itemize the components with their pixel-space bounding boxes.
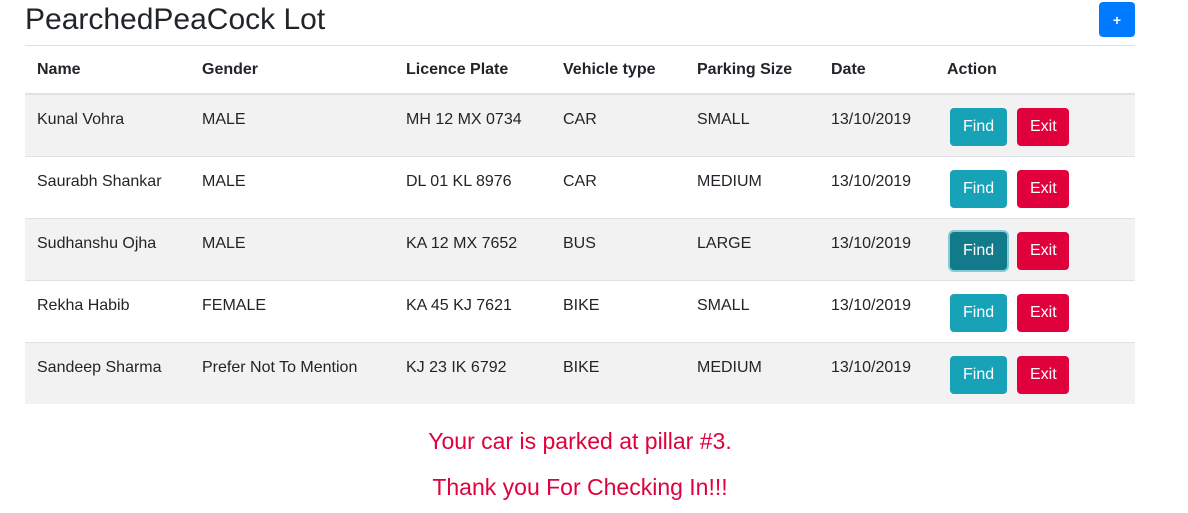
cell-licence-plate: KA 45 KJ 7621: [394, 279, 551, 342]
cell-gender: FEMALE: [190, 279, 394, 342]
check-in-message: Thank you For Checking In!!!: [432, 474, 728, 500]
table-body: Kunal Vohra MALE MH 12 MX 0734 CAR SMALL 13/1…: [25, 93, 1135, 404]
cell-date: 13/10/2019: [819, 341, 935, 404]
table-row: Sandeep Sharma Prefer Not To Mention KJ 23…: [25, 341, 1135, 404]
exit-button[interactable]: Exit: [1017, 355, 1069, 394]
exit-button[interactable]: Exit: [1017, 169, 1069, 208]
cell-licence-plate: KJ 23 IK 6792: [394, 341, 551, 404]
table-row: Sudhanshu Ojha MALE KA 12 MX 7652 BUS LARGE 1…: [25, 217, 1135, 280]
cell-action: Find Exit: [935, 155, 1135, 218]
column-header-action: Action: [935, 46, 1135, 95]
exit-button[interactable]: Exit: [1017, 108, 1069, 146]
cell-name: Kunal Vohra: [25, 93, 190, 156]
column-header-licence-plate: Licence Plate: [394, 46, 551, 95]
find-button[interactable]: Find: [950, 355, 1007, 394]
cell-parking-size: SMALL: [685, 93, 819, 156]
find-button[interactable]: Find: [950, 108, 1007, 146]
cell-name: Sudhanshu Ojha: [25, 217, 190, 280]
cell-licence-plate: DL 01 KL 8976: [394, 155, 551, 218]
page-title: PearchedPeaCock Lot: [25, 3, 326, 36]
column-header-vehicle-type: Vehicle type: [551, 46, 685, 95]
cell-parking-size: MEDIUM: [685, 155, 819, 218]
cell-name: Saurabh Shankar: [25, 155, 190, 218]
find-button[interactable]: Find: [950, 293, 1007, 332]
cell-action: Find Exit: [935, 217, 1135, 280]
cell-parking-size: MEDIUM: [685, 341, 819, 404]
exit-button[interactable]: Exit: [1017, 231, 1069, 270]
table-row: Kunal Vohra MALE MH 12 MX 0734 CAR SMALL 13/1…: [25, 93, 1135, 156]
cell-gender: Prefer Not To Mention: [190, 341, 394, 404]
cell-name: Sandeep Sharma: [25, 341, 190, 404]
parking-table: Name Gender Licence Plate Vehicle type P…: [25, 46, 1135, 404]
cell-date: 13/10/2019: [819, 279, 935, 342]
cell-licence-plate: MH 12 MX 0734: [394, 93, 551, 156]
cell-action: Find Exit: [935, 279, 1135, 342]
cell-date: 13/10/2019: [819, 217, 935, 280]
cell-name: Rekha Habib: [25, 279, 190, 342]
exit-button[interactable]: Exit: [1017, 293, 1069, 332]
table-header-row: Name Gender Licence Plate Vehicle type P…: [25, 46, 1135, 95]
cell-action: Find Exit: [935, 93, 1135, 156]
cell-date: 13/10/2019: [819, 93, 935, 156]
cell-vehicle-type: BIKE: [551, 279, 685, 342]
column-header-gender: Gender: [190, 46, 394, 95]
column-header-name: Name: [25, 46, 190, 95]
cell-vehicle-type: CAR: [551, 155, 685, 218]
column-header-parking-size: Parking Size: [685, 46, 819, 95]
find-button[interactable]: Find: [950, 169, 1007, 208]
cell-parking-size: LARGE: [685, 217, 819, 280]
table-row: Rekha Habib FEMALE KA 45 KJ 7621 BIKE SMALL 1…: [25, 279, 1135, 342]
cell-gender: MALE: [190, 93, 394, 156]
cell-vehicle-type: BIKE: [551, 341, 685, 404]
cell-vehicle-type: BUS: [551, 217, 685, 280]
cell-action: Find Exit: [935, 341, 1135, 404]
column-header-date: Date: [819, 46, 935, 95]
cell-vehicle-type: CAR: [551, 93, 685, 156]
cell-gender: MALE: [190, 155, 394, 218]
parking-location-message: Your car is parked at pillar #3.: [428, 428, 732, 454]
find-button[interactable]: Find: [950, 231, 1007, 270]
cell-date: 13/10/2019: [819, 155, 935, 218]
cell-licence-plate: KA 12 MX 7652: [394, 217, 551, 280]
table-row: Saurabh Shankar MALE DL 01 KL 8976 CAR MEDIU…: [25, 155, 1135, 218]
add-vehicle-button[interactable]: +: [1099, 2, 1135, 37]
cell-parking-size: SMALL: [685, 279, 819, 342]
cell-gender: MALE: [190, 217, 394, 280]
